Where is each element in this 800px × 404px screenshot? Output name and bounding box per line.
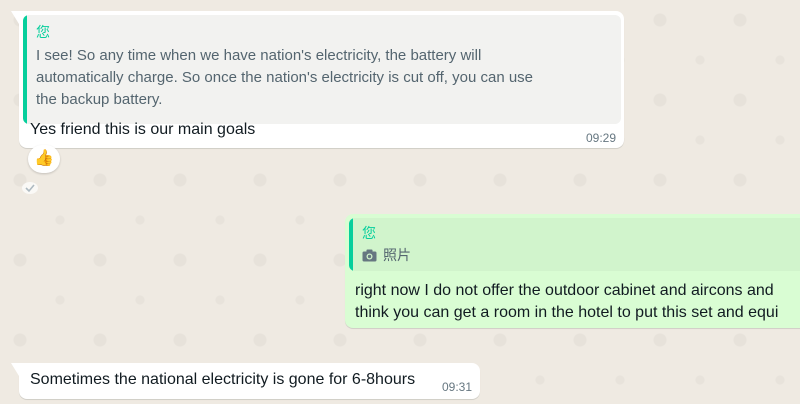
bubble-tail — [11, 363, 19, 376]
message-text: right now I do not offer the outdoor cab… — [355, 280, 778, 324]
quote-accent-bar — [349, 218, 353, 271]
bubble-tail — [11, 11, 19, 24]
camera-icon — [362, 249, 377, 261]
message-text-line: think you can get a room in the hotel to… — [355, 304, 779, 321]
message-text: Yes friend this is our main goals — [30, 121, 256, 138]
reaction-badge[interactable]: 👍 — [28, 145, 60, 173]
quoted-message[interactable]: 您 照片 — [349, 218, 800, 271]
message-time: 09:29 — [585, 131, 616, 145]
message-text: Sometimes the national electricity is go… — [30, 371, 416, 388]
quote-media: 照片 — [362, 245, 411, 265]
react-emoji-icon[interactable] — [21, 181, 39, 195]
quoted-message[interactable]: 您 I see! So any time when we have nation… — [23, 15, 621, 124]
quote-text: I see! So any time when we have nation's… — [36, 47, 534, 108]
quote-author: 您 — [362, 226, 376, 242]
message-time: 09:31 — [441, 380, 472, 394]
incoming-message[interactable]: Sometimes the national electricity is go… — [11, 363, 480, 399]
quote-media-label: 照片 — [383, 248, 411, 264]
incoming-message[interactable]: 您 I see! So any time when we have nation… — [11, 11, 624, 148]
quote-author: 您 — [36, 25, 50, 41]
outgoing-message[interactable]: 您 照片 right now I do not offer the outdoo… — [345, 214, 800, 328]
quote-accent-bar — [23, 15, 27, 124]
message-text-line: right now I do not offer the outdoor cab… — [355, 282, 774, 299]
